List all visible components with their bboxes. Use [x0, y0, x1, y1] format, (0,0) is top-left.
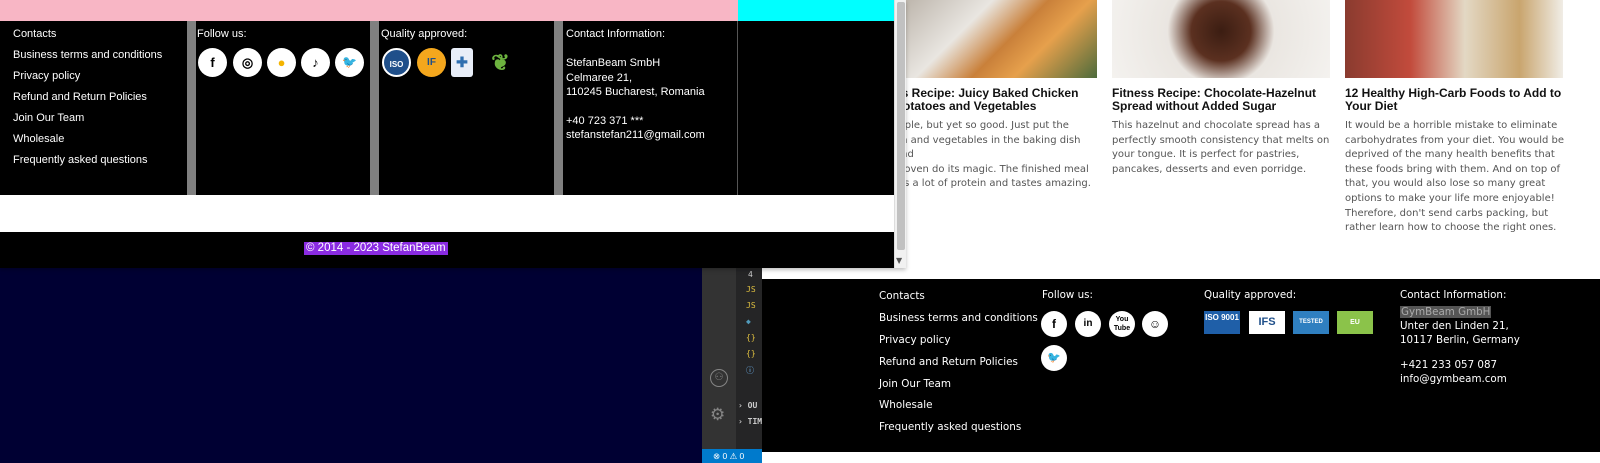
json-file-icon[interactable]: {}	[746, 349, 756, 358]
explorer-line: 4	[748, 270, 753, 279]
vscode-explorer-sidebar: 4 JS JS ◆ {} {} ⓘ › OU › TIM	[736, 268, 762, 449]
ifs-badge: IFS	[1249, 311, 1285, 334]
footer-link-faq[interactable]: Frequently asked questions	[13, 154, 148, 166]
contact-heading: Contact Information:	[1400, 289, 1507, 301]
iso-badge: ISO	[382, 48, 411, 77]
footer-quality-column: Quality approved: ISO IF ✚ ❦	[379, 21, 554, 195]
outline-section[interactable]: › OU	[738, 401, 757, 410]
column-separator	[554, 21, 563, 195]
timeline-section[interactable]: › TIM	[738, 417, 762, 426]
dark-desktop-area	[0, 268, 702, 463]
screenshot-stage: ss Recipe: Juicy Baked Chicken Potatoes …	[0, 0, 1600, 463]
snapchat-icon[interactable]: ☺	[1142, 311, 1168, 337]
footer-link-join-team[interactable]: Join Our Team	[13, 112, 84, 124]
js-file-icon[interactable]: JS	[746, 285, 756, 294]
footer-link-refund[interactable]: Refund and Return Policies	[879, 356, 1018, 368]
lab-document-icon: ✚	[451, 48, 473, 77]
stefanbeam-window: Contacts Business terms and conditions P…	[0, 0, 906, 268]
phone-number: +40 723 371 ***	[566, 115, 644, 127]
instagram-icon[interactable]: ◎	[233, 48, 262, 77]
gymbeam-footer: Contacts Business terms and conditions P…	[762, 279, 1600, 452]
pink-banner	[0, 0, 738, 21]
scrollbar-thumb[interactable]	[897, 2, 905, 250]
copyright-bar: © 2014 - 2023 StefanBeam	[0, 232, 894, 268]
tiktok-icon[interactable]: ♪	[301, 48, 330, 77]
address-line-2: 110245 Bucharest, Romania	[566, 86, 705, 98]
follow-heading: Follow us:	[197, 28, 247, 40]
footer-link-privacy[interactable]: Privacy policy	[879, 334, 951, 346]
account-icon[interactable]: ⚇	[710, 369, 728, 387]
quality-heading: Quality approved:	[381, 28, 468, 40]
iso-9001-badge: ISO 9001	[1204, 311, 1240, 334]
leaf-icon: ❦	[491, 50, 510, 75]
article-thumbnail[interactable]	[895, 0, 1097, 78]
article-thumbnail[interactable]	[1345, 0, 1563, 78]
twitter-icon[interactable]: 🐦	[335, 48, 364, 77]
footer-links-column: Contacts Business terms and conditions P…	[0, 21, 187, 195]
copyright-text: © 2014 - 2023 StefanBeam	[304, 242, 448, 255]
article-thumbnail[interactable]	[1112, 0, 1330, 78]
column-divider	[737, 21, 738, 195]
vscode-activity-bar: ⚇ ⚙	[702, 268, 736, 449]
footer-link-faq[interactable]: Frequently asked questions	[879, 421, 1021, 433]
linkedin-icon[interactable]: in	[1075, 311, 1101, 337]
footer-link-contacts[interactable]: Contacts	[879, 290, 925, 302]
company-name: StefanBeam SmbH	[566, 57, 661, 69]
address-line-1: Unter den Linden 21,	[1400, 320, 1509, 332]
footer-link-contacts[interactable]: Contacts	[13, 28, 56, 40]
lab-tested-badge: TESTED	[1293, 311, 1329, 334]
vscode-window-strip: ⚇ ⚙ 4 JS JS ◆ {} {} ⓘ › OU › TIM ⊗ 0 ⚠ 0	[702, 268, 762, 463]
address-line-1: Celmaree 21,	[566, 72, 633, 84]
footer-link-wholesale[interactable]: Wholesale	[13, 133, 64, 145]
contact-heading: Contact Information:	[566, 28, 666, 40]
footer-link-business-terms[interactable]: Business terms and conditions	[13, 49, 162, 61]
article-excerpt: It would be a horrible mistake to elimin…	[1345, 120, 1565, 234]
article-title[interactable]: Fitness Recipe: Chocolate-Hazelnut Spread…	[1112, 87, 1332, 112]
info-file-icon[interactable]: ⓘ	[746, 365, 754, 376]
youtube-icon[interactable]: ●	[267, 48, 296, 77]
address-line-2: 10117 Berlin, Germany	[1400, 334, 1520, 346]
js-file-icon[interactable]: JS	[746, 301, 756, 310]
youtube-icon[interactable]: You Tube	[1109, 311, 1135, 337]
article-title[interactable]: ss Recipe: Juicy Baked Chicken Potatoes …	[895, 87, 1100, 112]
twitter-icon[interactable]: 🐦	[1041, 345, 1067, 371]
vertical-scrollbar[interactable]: ▼	[894, 0, 906, 268]
stefanbeam-footer: Contacts Business terms and conditions P…	[0, 21, 894, 195]
facebook-icon[interactable]: f	[1041, 311, 1067, 337]
email-address[interactable]: info@gymbeam.com	[1400, 373, 1507, 385]
outline-section-label: OU	[747, 401, 758, 410]
ifs-badge: IF	[417, 48, 446, 77]
quality-heading: Quality approved:	[1204, 289, 1297, 301]
facebook-icon[interactable]: f	[198, 48, 227, 77]
company-name: GymBeam GmbH	[1400, 306, 1492, 318]
json-file-icon[interactable]: {}	[746, 333, 756, 342]
file-icon[interactable]: ◆	[746, 317, 751, 326]
footer-link-business-terms[interactable]: Business terms and conditions	[879, 312, 1038, 324]
cyan-banner	[738, 0, 894, 21]
footer-link-wholesale[interactable]: Wholesale	[879, 399, 933, 411]
eu-organic-badge: EU	[1337, 311, 1373, 334]
footer-link-privacy[interactable]: Privacy policy	[13, 70, 80, 82]
footer-link-join-team[interactable]: Join Our Team	[879, 378, 951, 390]
footer-social-column: Follow us: f ◎ ● ♪ 🐦	[196, 21, 370, 195]
follow-heading: Follow us:	[1042, 289, 1093, 301]
footer-contact-column: Contact Information: StefanBeam SmbH Cel…	[563, 21, 737, 195]
column-separator	[370, 21, 379, 195]
article-excerpt: mple, but yet so good. Just put the en a…	[895, 120, 1091, 190]
footer-link-refund[interactable]: Refund and Return Policies	[13, 91, 147, 103]
article-title[interactable]: 12 Healthy High-Carb Foods to Add to Your…	[1345, 87, 1565, 112]
column-separator	[187, 21, 196, 195]
email-address[interactable]: stefanstefan211@gmail.com	[566, 129, 705, 141]
article-excerpt: This hazelnut and chocolate spread has a…	[1112, 120, 1330, 175]
scroll-down-arrow-icon[interactable]: ▼	[896, 256, 902, 265]
vscode-status-bar[interactable]: ⊗ 0 ⚠ 0	[702, 449, 762, 463]
timeline-section-label: TIM	[747, 417, 763, 426]
phone-number: +421 233 057 087	[1400, 359, 1498, 371]
gear-icon[interactable]: ⚙	[710, 405, 725, 425]
